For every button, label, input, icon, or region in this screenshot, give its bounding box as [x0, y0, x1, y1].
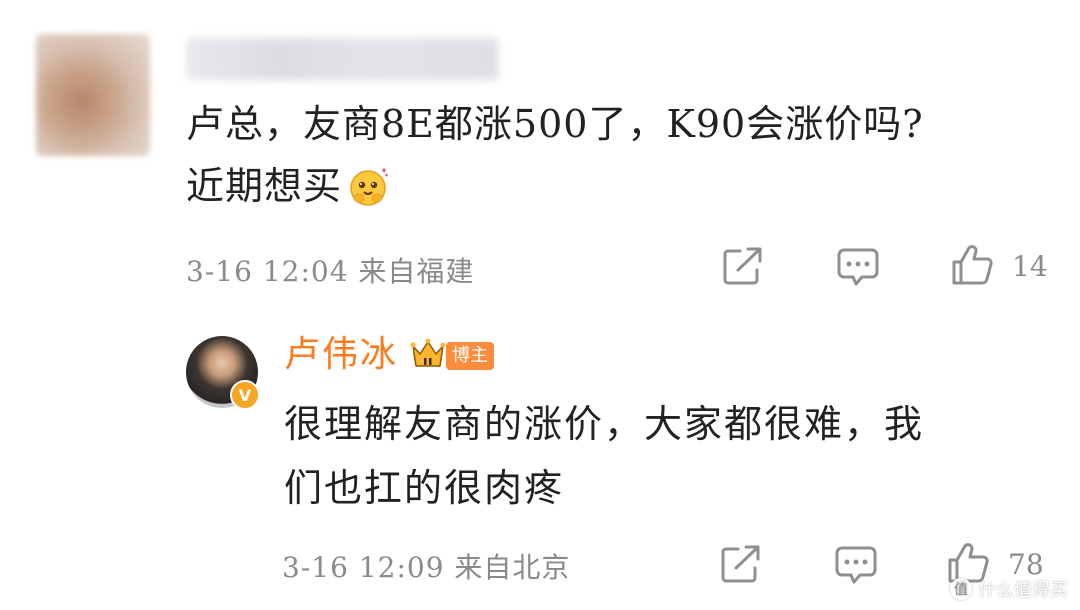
reply-comment-icon[interactable] — [834, 544, 878, 586]
watermark-text: 什么值得买 — [978, 580, 1068, 601]
comment-time: 12:04 — [262, 255, 349, 288]
reply-text-line1: 很理解友商的涨价，大家都很难，我 — [284, 402, 925, 446]
watermark-logo-icon: 值 — [950, 578, 972, 600]
reply-location: 来自北京 — [454, 551, 571, 584]
comment-text-line2-row: 近期想买 — [186, 156, 390, 216]
reply-time: 12:09 — [358, 551, 445, 584]
reply-date: 3-16 — [282, 551, 349, 584]
commenter-avatar[interactable] — [36, 34, 150, 156]
crown-icon — [410, 336, 446, 372]
comment-icon[interactable] — [836, 246, 880, 288]
comment-date: 3-16 — [186, 255, 253, 288]
blogger-badge: 博主 — [446, 342, 494, 370]
hug-emoji-icon — [348, 165, 390, 207]
reply-author-name[interactable]: 卢伟冰 — [284, 330, 398, 380]
reply-meta: 3-16 12:09 来自北京 — [282, 546, 570, 586]
commenter-name-blurred[interactable] — [186, 38, 498, 80]
like-icon[interactable] — [950, 244, 994, 286]
verified-badge-icon: V — [230, 380, 260, 410]
comment-text-line1: 卢总，友商8E都涨500了，K90会涨价吗? — [186, 102, 924, 146]
comment-meta: 3-16 12:04 来自福建 — [186, 250, 474, 290]
reply-share-icon[interactable] — [720, 544, 762, 584]
share-icon[interactable] — [722, 246, 764, 286]
comment-text-line2: 近期想买 — [186, 164, 343, 208]
reply-text-line2: 们也扛的很肉疼 — [284, 466, 565, 510]
like-count: 14 — [1012, 250, 1048, 283]
comment-location: 来自福建 — [358, 255, 475, 288]
site-watermark: 值 什么值得买 — [950, 576, 1068, 602]
